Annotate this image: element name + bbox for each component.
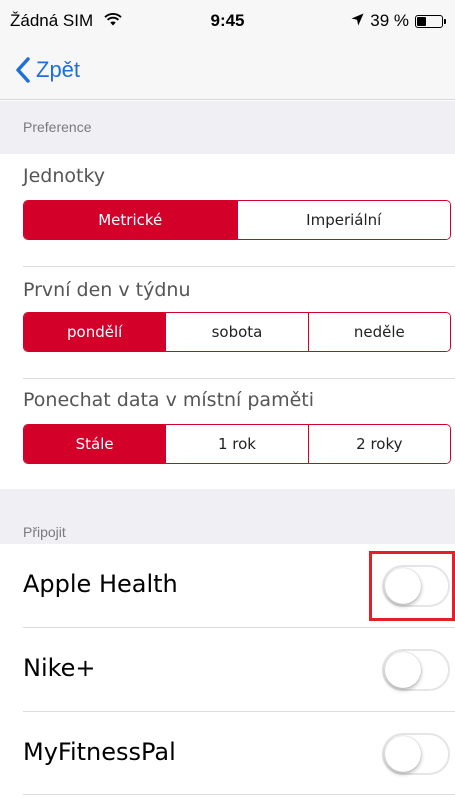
myfitnesspal-toggle[interactable]	[382, 733, 450, 775]
back-button[interactable]: Zpět	[12, 56, 80, 84]
section-header-background	[0, 489, 455, 544]
status-bar: Žádná SIM 9:45 39 %	[0, 0, 455, 42]
navigation-bar: Zpět	[0, 42, 455, 100]
location-arrow-icon	[351, 11, 364, 31]
nike-label: Nike+	[23, 654, 96, 682]
divider	[23, 794, 455, 795]
battery-percent: 39 %	[370, 11, 409, 30]
segment-imperial[interactable]: Imperiální	[236, 201, 450, 239]
first-day-segmented-control: pondělí sobota neděle	[23, 312, 451, 352]
segment-monday[interactable]: pondělí	[24, 313, 166, 351]
list-item-nike: Nike+	[0, 628, 455, 712]
list-item-myfitnesspal: MyFitnessPal	[0, 712, 455, 796]
keep-data-label: Ponechat data v místní paměti	[23, 389, 315, 411]
apple-health-label: Apple Health	[23, 570, 178, 598]
battery-icon	[415, 14, 446, 28]
segment-metric[interactable]: Metrické	[24, 201, 237, 239]
divider	[23, 266, 455, 267]
myfitnesspal-label: MyFitnessPal	[23, 738, 176, 766]
connect-header: Připojit	[23, 524, 66, 540]
back-label: Zpět	[36, 57, 81, 82]
status-right-group: 39 %	[351, 11, 446, 31]
segment-always[interactable]: Stále	[24, 425, 166, 463]
segment-1-year[interactable]: 1 rok	[165, 425, 308, 463]
first-day-label: První den v týdnu	[23, 279, 191, 301]
units-label: Jednotky	[23, 165, 106, 187]
keep-data-segmented-control: Stále 1 rok 2 roky	[23, 424, 451, 464]
preferences-header: Preference	[23, 119, 92, 135]
highlight-box	[369, 551, 455, 621]
segment-sunday[interactable]: neděle	[307, 313, 450, 351]
segment-2-years[interactable]: 2 roky	[307, 425, 450, 463]
chevron-left-icon	[16, 57, 30, 83]
segment-saturday[interactable]: sobota	[165, 313, 308, 351]
nike-toggle[interactable]	[382, 649, 450, 691]
divider	[23, 378, 455, 379]
units-segmented-control: Metrické Imperiální	[23, 200, 451, 240]
